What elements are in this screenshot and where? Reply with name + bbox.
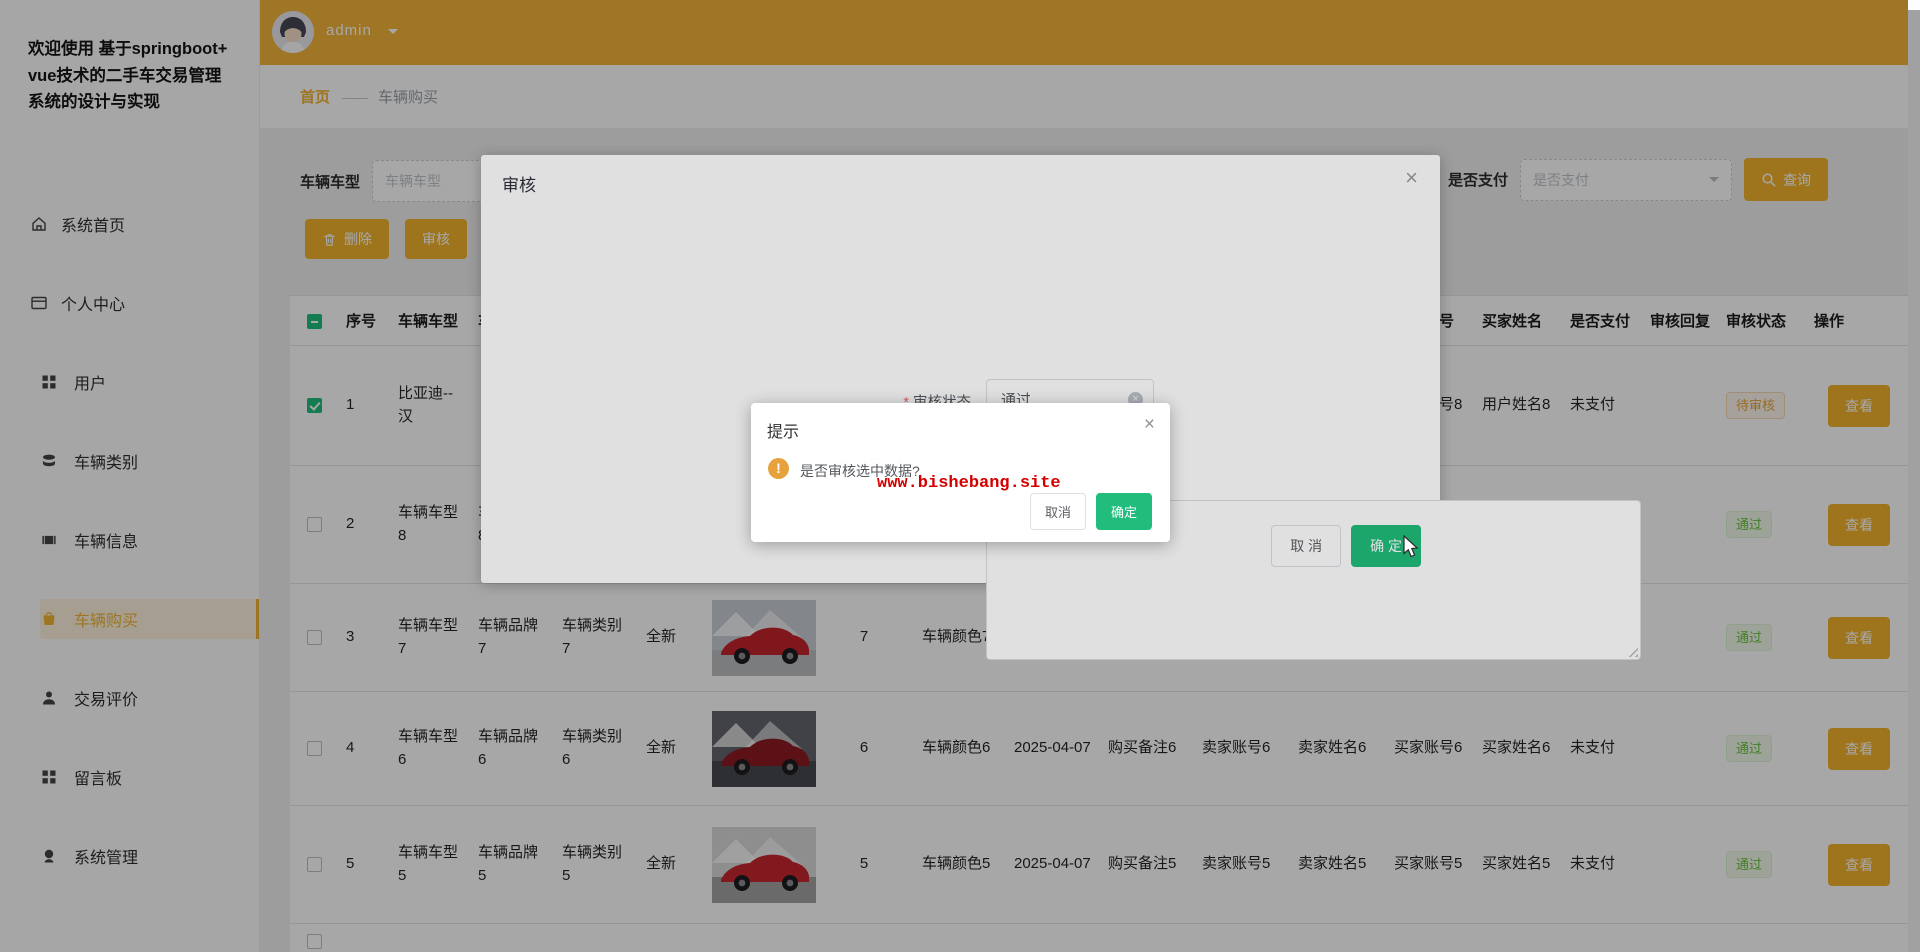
confirm-cancel-button[interactable]: 取消 bbox=[1029, 493, 1086, 530]
confirm-box-footer: 取消 确定 bbox=[1029, 493, 1152, 530]
close-icon[interactable]: × bbox=[1144, 415, 1155, 434]
confirm-box: 提示 × ! 是否审核选中数据? www.bishebang.site 取消 确… bbox=[751, 403, 1170, 542]
confirm-ok-button[interactable]: 确定 bbox=[1095, 493, 1152, 530]
scrollbar-corner bbox=[1908, 0, 1920, 10]
watermark-text: www.bishebang.site bbox=[877, 474, 1061, 493]
app: 欢迎使用 基于springboot+vue技术的二手车交易管理系统的设计与实现 … bbox=[0, 0, 1920, 952]
warning-icon: ! bbox=[768, 458, 789, 479]
confirm-box-title: 提示 bbox=[767, 424, 800, 441]
